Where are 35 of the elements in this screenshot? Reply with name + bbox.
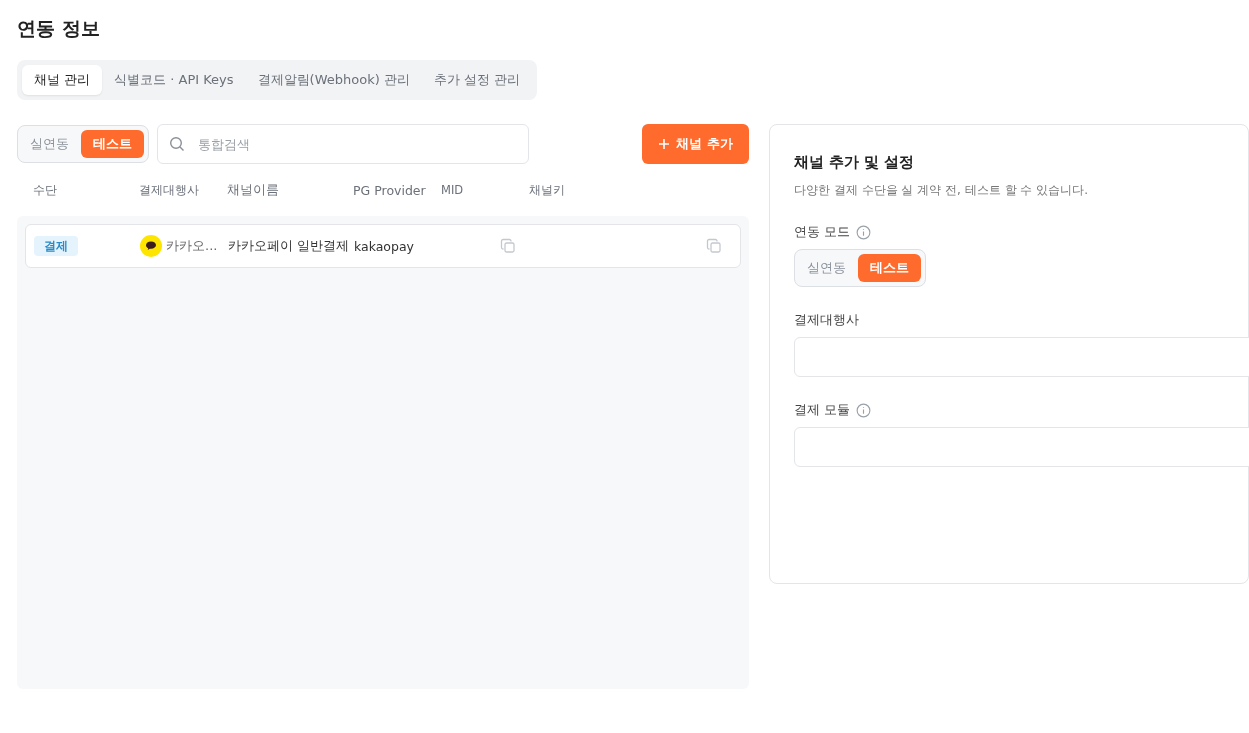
column-header: 수단 [33,182,58,198]
speech-bubble-icon [140,235,162,257]
search-field[interactable]: 통합검색 [157,124,529,164]
copy-icon[interactable] [500,238,516,254]
tab[interactable]: 결제알림(Webhook) 관리 [245,65,422,95]
mode-option[interactable]: 실연동 [799,254,854,282]
tab[interactable]: 추가 설정 관리 [421,65,533,95]
page-title: 연동 정보 [17,16,101,41]
tab[interactable]: 채널 관리 [22,65,103,95]
mode-option[interactable]: 테스트 [81,130,144,158]
column-header: 채널키 [529,182,566,198]
tab[interactable]: 식별코드 · API Keys [102,65,246,95]
column-header: MID [441,183,465,197]
panel-title: 채널 추가 및 설정 [794,153,916,172]
copy-icon[interactable] [706,238,722,254]
mode-option[interactable]: 테스트 [858,254,921,282]
table-cell-text: 카카오페이 일반결제 [228,237,350,255]
table-row[interactable]: 결제 카카오... 카카오페이 일반결제 kakaopay [25,224,741,268]
panel-description: 다양한 결제 수단을 실 계약 전, 테스트 할 수 있습니다. [794,182,1089,199]
table-cell: 카카오... [166,237,218,255]
method-tag: 결제 [34,236,78,256]
mode-option[interactable]: 실연동 [22,130,77,158]
input-field[interactable] [794,337,1249,377]
input-field[interactable] [794,427,1249,467]
column-header: 채널이름 [227,181,280,199]
plus-icon [658,138,671,150]
column-header: PG Provider [353,182,427,198]
field-label: 결제 모듈 [794,401,851,419]
add-channel-button[interactable]: 채널 추가 [642,124,749,164]
field-label: 연동 모드 [794,223,851,241]
table-cell-text: kakaopay [354,238,415,254]
field-label: 결제대행사 [794,311,859,329]
info-icon [856,224,872,240]
column-header: 결제대행사 [139,182,200,198]
info-icon [856,402,872,418]
